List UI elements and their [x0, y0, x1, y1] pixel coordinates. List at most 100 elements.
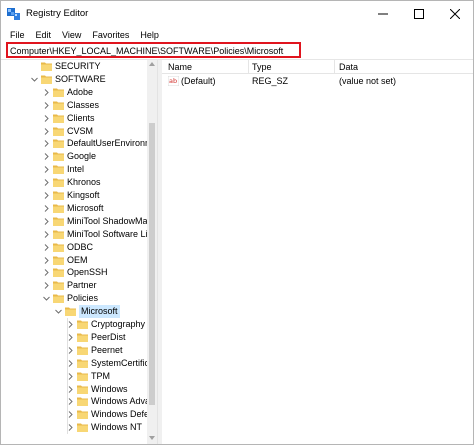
tree-item[interactable]: MiniTool Software Li [1, 228, 148, 241]
tree-item[interactable]: Windows Defe [1, 408, 149, 421]
tree-item[interactable]: Khronos [1, 176, 147, 189]
chevron-right-icon[interactable] [43, 88, 50, 96]
chevron-right-icon[interactable] [43, 205, 50, 212]
chevron-right-icon[interactable] [43, 114, 50, 122]
folder-icon [53, 191, 64, 200]
maximize-button[interactable] [401, 1, 437, 27]
scroll-up-icon[interactable] [149, 62, 155, 66]
tree-item-label: Windows NT [91, 422, 143, 433]
column-header-name[interactable]: Name [168, 61, 192, 73]
tree-item-label: Clients [67, 112, 95, 123]
tree-item-label: PeerDist [91, 331, 126, 342]
tree-item[interactable]: DefaultUserEnvironn [1, 137, 150, 150]
folder-icon [53, 127, 64, 136]
tree-item-label: Google [67, 151, 97, 162]
tree-item[interactable]: OpenSSH [1, 266, 147, 279]
tree-item[interactable]: MiniTool ShadowMa [1, 215, 148, 228]
tree-item[interactable]: Classes [1, 99, 147, 112]
tree-item-label: Adobe [67, 86, 94, 97]
tree-item[interactable]: Clients [1, 112, 147, 125]
tree-item[interactable]: OEM [1, 254, 147, 267]
chevron-right-icon[interactable] [43, 230, 50, 238]
folder-icon [77, 359, 88, 368]
chevron-right-icon[interactable] [67, 334, 74, 341]
address-input[interactable] [10, 45, 296, 56]
minimize-button[interactable] [365, 1, 401, 27]
tree-item[interactable]: Kingsoft [1, 189, 147, 202]
tree-item[interactable]: CVSM [1, 125, 147, 138]
title-bar[interactable]: Registry Editor [1, 1, 473, 27]
chevron-down-icon[interactable] [43, 295, 50, 302]
value-row[interactable]: ab (Default) REG_SZ (value not set) [162, 75, 473, 88]
tree-item[interactable]: Peernet [1, 344, 147, 357]
chevron-right-icon[interactable] [43, 166, 50, 174]
tree-item-label: Windows [91, 383, 128, 394]
chevron-right-icon[interactable] [43, 127, 50, 135]
chevron-right-icon[interactable] [67, 398, 74, 406]
values-list[interactable]: Name Type Data ab (Default) REG_SZ (valu… [162, 60, 473, 444]
chevron-right-icon[interactable] [43, 256, 50, 264]
tree-item[interactable]: SECURITY [1, 60, 147, 73]
menu-favorites[interactable]: Favorites [87, 30, 135, 40]
scrollbar-thumb[interactable] [149, 123, 155, 405]
chevron-right-icon[interactable] [67, 346, 74, 354]
tree-item[interactable]: Microsoft [1, 202, 147, 215]
tree-item[interactable]: TPM [1, 370, 147, 383]
tree-item[interactable]: Google [1, 150, 147, 163]
chevron-right-icon[interactable] [43, 217, 50, 225]
folder-open-icon [65, 307, 76, 317]
tree-item[interactable]: SOFTWARE [1, 73, 147, 86]
chevron-right-icon[interactable] [43, 153, 50, 161]
chevron-right-icon[interactable] [43, 243, 50, 251]
tree-item[interactable]: PeerDist [1, 331, 147, 344]
folder-icon [53, 294, 64, 304]
menu-help[interactable]: Help [135, 30, 165, 40]
menu-edit[interactable]: Edit [31, 30, 58, 40]
chevron-right-icon[interactable] [43, 269, 50, 277]
registry-key-tree[interactable]: SECURITY SOFTWARE Adobe Classes Clients CVSM D… [1, 60, 157, 444]
tree-item[interactable]: Partner [1, 279, 147, 292]
chevron-right-icon[interactable] [67, 385, 74, 393]
chevron-right-icon[interactable] [67, 411, 74, 419]
close-button[interactable] [437, 1, 473, 27]
tree-item[interactable]: Cryptography [1, 318, 147, 331]
address-bar[interactable] [6, 42, 301, 58]
folder-icon [77, 333, 88, 342]
chevron-right-icon[interactable] [67, 359, 74, 367]
tree-item-label: Intel [67, 164, 85, 175]
folder-icon [41, 75, 52, 84]
folder-icon [53, 217, 64, 226]
tree-item[interactable]: Microsoft [1, 305, 147, 319]
folder-icon [53, 204, 64, 213]
chevron-right-icon[interactable] [43, 179, 50, 186]
tree-item[interactable]: ODBC [1, 241, 147, 254]
tree-item[interactable]: Adobe [1, 86, 147, 99]
column-divider[interactable] [248, 60, 249, 74]
tree-item-label: Policies [67, 293, 99, 304]
folder-icon [77, 320, 88, 329]
values-list-header: Name Type Data [162, 60, 473, 74]
tree-item[interactable]: SystemCertific [1, 357, 149, 370]
tree-item[interactable]: Windows Adva [1, 395, 150, 408]
tree-item[interactable]: Windows NT [1, 421, 147, 434]
column-header-data[interactable]: Data [339, 61, 358, 73]
scroll-down-icon[interactable] [149, 436, 155, 440]
chevron-down-icon[interactable] [55, 308, 62, 315]
registry-editor-icon [7, 8, 20, 20]
chevron-down-icon[interactable] [31, 76, 38, 83]
chevron-right-icon[interactable] [43, 192, 50, 199]
tree-item[interactable]: Intel [1, 163, 147, 176]
chevron-right-icon[interactable] [43, 101, 50, 109]
chevron-right-icon[interactable] [43, 282, 50, 290]
menu-file[interactable]: File [5, 30, 31, 40]
tree-vertical-scrollbar[interactable] [147, 60, 157, 444]
column-header-type[interactable]: Type [252, 61, 272, 73]
tree-item[interactable]: Windows [1, 383, 147, 396]
chevron-right-icon[interactable] [67, 424, 74, 432]
chevron-right-icon[interactable] [43, 140, 50, 148]
menu-view[interactable]: View [57, 30, 87, 40]
column-divider[interactable] [334, 60, 335, 74]
tree-item[interactable]: Policies [1, 292, 147, 305]
chevron-right-icon[interactable] [67, 372, 74, 380]
chevron-right-icon[interactable] [67, 321, 74, 328]
